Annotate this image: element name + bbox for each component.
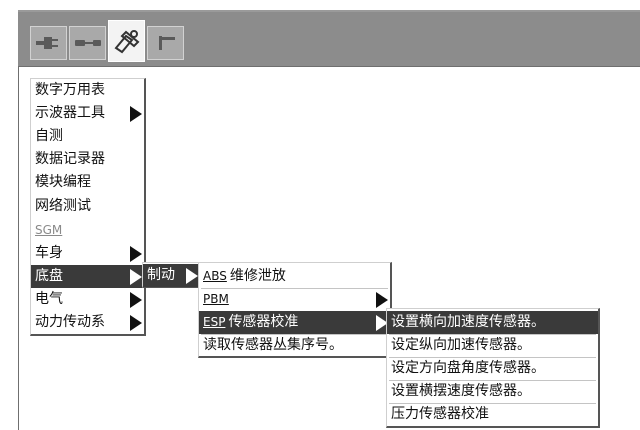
submenu-arrow-icon <box>130 315 142 331</box>
item-label: 动力传动系 <box>35 314 105 330</box>
menu-abs-item[interactable]: ABS 维修泄放 <box>199 265 390 288</box>
submenu-arrow-icon <box>130 269 142 285</box>
menu-brake-item[interactable]: 制动 <box>143 264 200 287</box>
item-label: SGM <box>35 223 63 237</box>
tab-probe[interactable] <box>147 26 184 60</box>
submenu-arrow-icon <box>130 246 142 262</box>
submenu-arrow-icon <box>130 292 142 308</box>
tools-icon <box>114 30 139 54</box>
menu-main-item[interactable]: SGM <box>31 219 144 242</box>
item-abbreviation: PBM <box>203 292 229 306</box>
main-menu: 数字万用表示波器工具自测数据记录器模块编程网络测试 SGM 车身底盘电气动力传动系 <box>30 78 146 336</box>
menu-main-item[interactable]: 电气 <box>31 288 144 311</box>
item-label: 自测 <box>35 128 63 144</box>
submenu-arrow-icon <box>130 106 142 122</box>
probe-icon <box>158 36 175 50</box>
item-label: 示波器工具 <box>35 105 105 121</box>
submenu-arrow-icon <box>376 292 388 308</box>
toolbar-tabs <box>30 20 186 68</box>
item-label: 数据记录器 <box>35 151 105 167</box>
toolbar <box>18 10 640 70</box>
menu-abs-item[interactable]: 读取传感器丛集序号。 <box>199 334 390 357</box>
item-label: 维修泄放 <box>229 268 286 284</box>
tab-cable[interactable] <box>69 26 106 60</box>
item-label: 制动 <box>147 267 175 283</box>
menu-main-item[interactable]: 模块编程 <box>31 171 144 194</box>
menu-main-item[interactable]: 数据记录器 <box>31 148 144 171</box>
menu-esp-item[interactable]: 压力传感器校准 <box>387 403 598 426</box>
menu-esp-item[interactable]: 设置横摆速度传感器。 <box>387 380 598 403</box>
tab-tools[interactable] <box>108 20 145 62</box>
menu-abs-item[interactable]: ESP 传感器校准 <box>199 311 390 334</box>
item-label: 设置横向加速度传感器。 <box>391 314 545 330</box>
item-label: 读取传感器丛集序号。 <box>203 337 343 353</box>
item-label: 电气 <box>35 291 63 307</box>
menu-esp-item[interactable]: 设定方向盘角度传感器。 <box>387 357 598 380</box>
item-label: 设置横摆速度传感器。 <box>391 383 531 399</box>
menu-main-item[interactable]: 动力传动系 <box>31 311 144 334</box>
menu-esp-item[interactable]: 设置横向加速度传感器。 <box>387 311 598 334</box>
item-label: 底盘 <box>35 268 63 284</box>
menu-main-item[interactable]: 车身 <box>31 242 144 265</box>
menu-main-item[interactable]: 数字万用表 <box>31 79 144 102</box>
item-label: 车身 <box>35 245 63 261</box>
item-abbreviation: ABS <box>203 269 227 283</box>
item-label: 模块编程 <box>35 174 91 190</box>
item-label: 传感器校准 <box>228 314 299 330</box>
menu-abs-item[interactable]: PBM <box>199 288 390 311</box>
brake-submenu: ABS 维修泄放 PBM ESP 传感器校准 读取传感器丛集序号。 <box>198 262 392 358</box>
tab-connector[interactable] <box>30 26 67 60</box>
menu-main-item[interactable]: 底盘 <box>31 265 144 288</box>
menu-esp-item[interactable]: 设定纵向加速传感器。 <box>387 334 598 357</box>
esp-calibration-submenu: 设置横向加速度传感器。 设定纵向加速传感器。 设定方向盘角度传感器。 设置横摆速度传感… <box>386 308 600 428</box>
menu-main-item[interactable]: 自测 <box>31 125 144 148</box>
submenu-arrow-icon <box>186 268 198 284</box>
chassis-submenu: 制动 <box>142 262 202 288</box>
item-label: 网络测试 <box>35 198 91 214</box>
menu-main-item[interactable]: 网络测试 <box>31 195 144 218</box>
cable-icon <box>74 40 101 46</box>
connector-icon <box>35 37 58 49</box>
menu-main-item[interactable]: 示波器工具 <box>31 102 144 125</box>
item-label: 压力传感器校准 <box>391 406 489 422</box>
item-abbreviation: ESP <box>203 315 226 329</box>
item-label: 设定方向盘角度传感器。 <box>391 360 545 376</box>
item-label: 数字万用表 <box>35 82 105 98</box>
item-label: 设定纵向加速传感器。 <box>391 337 531 353</box>
